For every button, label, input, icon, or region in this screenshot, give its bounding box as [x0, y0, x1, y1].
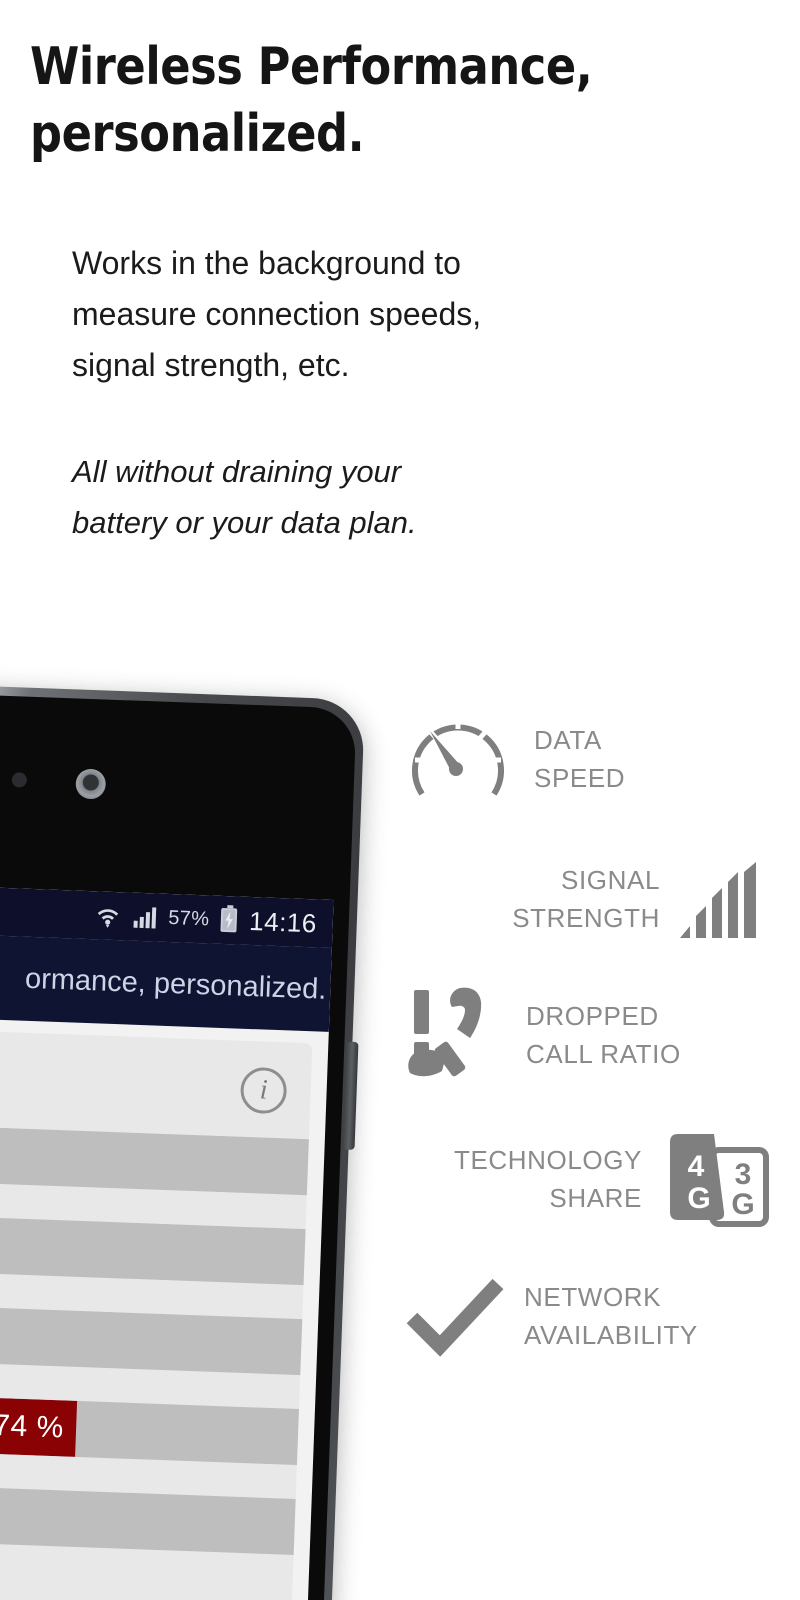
phone-mockup: 57% 14:16 ormance, personalized. th Sh — [0, 678, 366, 1600]
checkmark-icon — [406, 1274, 506, 1360]
feature-technology-share: TECHNOLOGY SHARE 3 G 4 G — [392, 1128, 774, 1232]
light-sensor-icon — [11, 772, 28, 788]
tech-back-line2: G — [731, 1188, 754, 1221]
technology-share-4g-3g-icon: 3 G 4 G — [660, 1128, 770, 1232]
app-screen-content: 57% 14:16 ormance, personalized. th Sh — [0, 880, 334, 1600]
info-icon[interactable]: i — [239, 1066, 288, 1115]
cellular-signal-icon — [133, 906, 157, 929]
technology-share-card: th Share i 74 % — [0, 1022, 313, 1600]
bar-row: 74 % — [0, 1388, 299, 1466]
feature-label: TECHNOLOGY SHARE — [453, 1145, 642, 1213]
tech-front-line1: 4 — [688, 1150, 705, 1183]
bar-value-label: 74 % — [0, 1408, 65, 1445]
battery-percent-label: 57% — [167, 906, 210, 930]
feature-dropped-call-ratio: DROPPED CALL RATIO — [392, 980, 774, 1092]
speedometer-icon — [400, 702, 516, 818]
feature-label: NETWORK AVAILABILITY — [524, 1282, 698, 1350]
bar-row — [0, 1208, 306, 1286]
signal-bars-icon — [678, 860, 770, 940]
feature-signal-strength: SIGNAL STRENGTH — [392, 860, 774, 940]
bar-row — [0, 1478, 296, 1555]
feature-data-speed: DATA SPEED — [392, 702, 774, 818]
tech-front-line2: G — [687, 1182, 710, 1215]
feature-network-availability: NETWORK AVAILABILITY — [392, 1274, 774, 1360]
feature-list: DATA SPEED SIGNAL STRENGTH DROPPED CALL … — [392, 702, 774, 1394]
card-header: th Share i — [0, 1023, 312, 1139]
app-bar-title: ormance, personalized. — [24, 962, 327, 1006]
feature-label: DROPPED CALL RATIO — [526, 1001, 681, 1069]
body-emphasis: All without draining your battery or you… — [72, 454, 417, 540]
bar-row — [0, 1298, 303, 1376]
front-camera-icon — [75, 768, 107, 800]
clock-label: 14:16 — [248, 905, 318, 938]
body-paragraph: Works in the background to measure conne… — [72, 245, 482, 383]
feature-label: DATA SPEED — [534, 725, 626, 793]
power-button[interactable] — [342, 1041, 359, 1150]
phone-sensor-row — [0, 756, 354, 807]
bar-fill: 74 % — [0, 1388, 77, 1457]
promo-screenshot: Wireless Performance, personalized. Work… — [0, 0, 800, 1600]
phone-screen: 57% 14:16 ormance, personalized. th Sh — [0, 688, 357, 1600]
battery-charging-icon — [220, 907, 238, 933]
dropped-call-icon — [404, 980, 508, 1092]
page-title: Wireless Performance, personalized. — [30, 37, 593, 164]
tech-back-line1: 3 — [735, 1158, 752, 1191]
feature-label: SIGNAL STRENGTH — [512, 865, 660, 933]
wifi-icon — [94, 902, 123, 929]
